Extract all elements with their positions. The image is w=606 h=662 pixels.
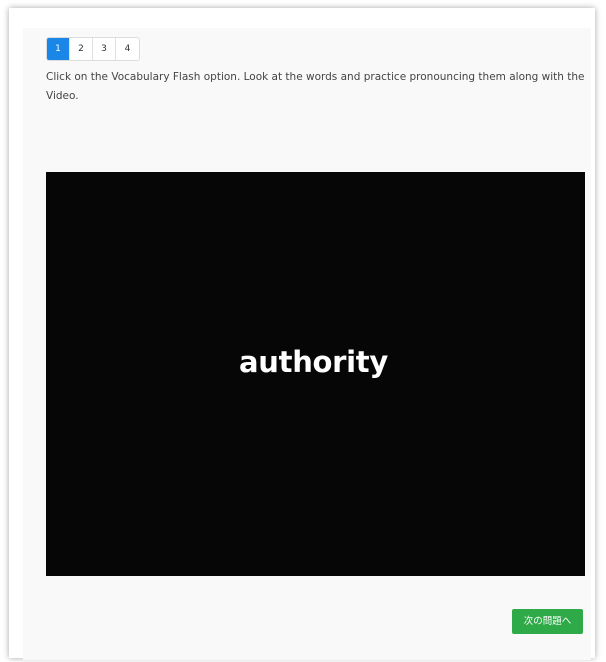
next-question-button[interactable]: 次の問題へ (512, 609, 583, 634)
instruction-text: Click on the Vocabulary Flash option. Lo… (46, 71, 585, 102)
page-button-1[interactable]: 1 (47, 38, 70, 60)
question-pagination: 1 2 3 4 (46, 37, 140, 61)
question-panel: 1 2 3 4 Click on the Vocabulary Flash op… (23, 28, 591, 660)
video-player[interactable]: authority (46, 172, 585, 576)
page-button-4[interactable]: 4 (116, 38, 139, 60)
page-button-3[interactable]: 3 (93, 38, 116, 60)
content-window: 1 2 3 4 Click on the Vocabulary Flash op… (9, 8, 595, 660)
page-button-2[interactable]: 2 (70, 38, 93, 60)
vocabulary-word: authority (239, 345, 388, 379)
